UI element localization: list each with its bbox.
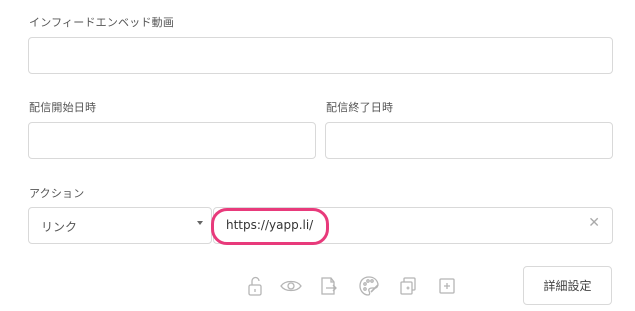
- dropdown-caret-icon: [197, 221, 203, 225]
- export-icon[interactable]: [318, 275, 338, 297]
- eye-icon[interactable]: [279, 275, 303, 297]
- detail-settings-button[interactable]: 詳細設定: [523, 266, 612, 305]
- end-datetime-label: 配信終了日時: [326, 101, 394, 114]
- end-datetime-input[interactable]: [325, 122, 613, 159]
- lock-open-icon[interactable]: [245, 275, 265, 297]
- action-type-value: リンク: [41, 220, 78, 234]
- start-datetime-input[interactable]: [28, 122, 316, 159]
- clear-icon[interactable]: ✕: [588, 216, 600, 230]
- start-datetime-label: 配信開始日時: [29, 101, 97, 114]
- action-type-select[interactable]: リンク: [28, 207, 212, 244]
- video-input[interactable]: [28, 37, 613, 74]
- url-highlight-annotation: [211, 208, 329, 245]
- add-icon[interactable]: [437, 275, 457, 297]
- action-label: アクション: [29, 187, 85, 200]
- palette-icon[interactable]: [358, 275, 380, 297]
- video-label: インフィードエンベッド動画: [29, 16, 175, 29]
- duplicate-icon[interactable]: [398, 275, 418, 297]
